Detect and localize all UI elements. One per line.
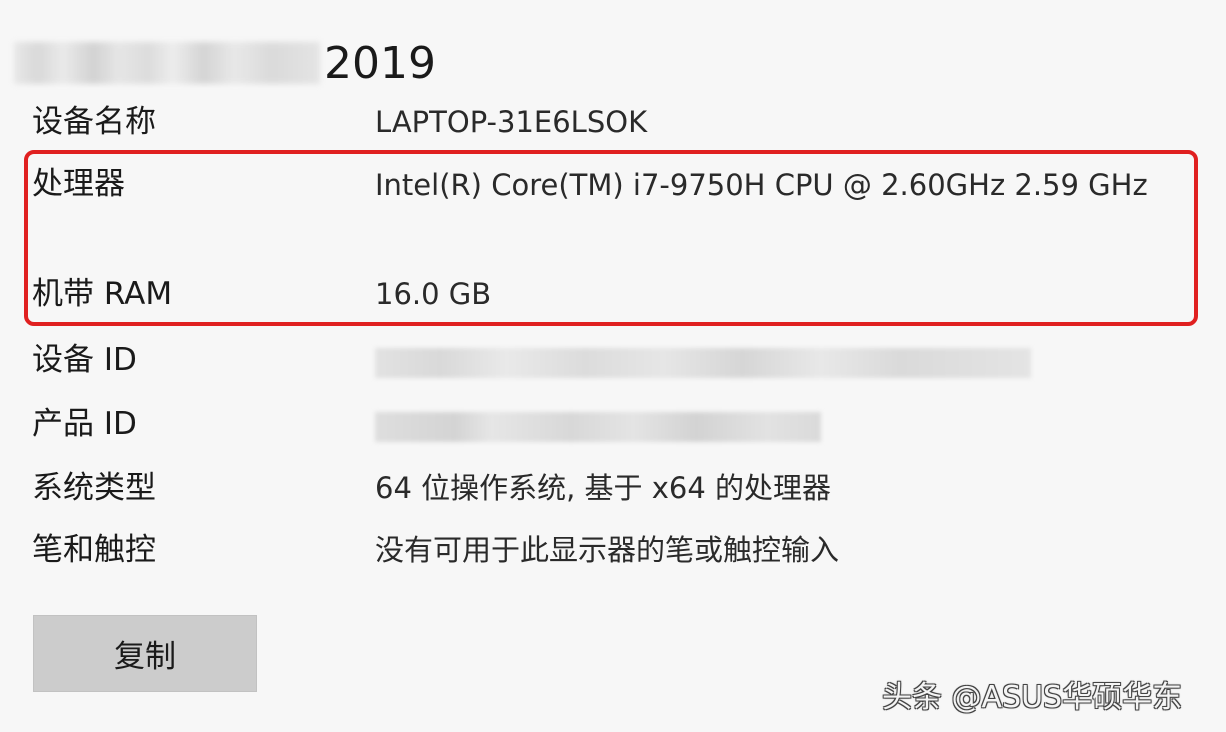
- system-type-label: 系统类型: [32, 470, 156, 506]
- title-year: 2019: [324, 38, 436, 89]
- page-title: 2019: [14, 34, 474, 94]
- device-name-value: LAPTOP-31E6LSOK: [375, 105, 648, 139]
- redacted-device-id: [375, 348, 1031, 378]
- highlight-box: [24, 150, 1198, 326]
- device-name-label: 设备名称: [32, 104, 156, 140]
- redacted-title-text: [14, 42, 320, 84]
- pen-touch-label: 笔和触控: [32, 532, 156, 568]
- pen-touch-value: 没有可用于此显示器的笔或触控输入: [375, 533, 840, 567]
- spec-row-system-type: 系统类型 64 位操作系统, 基于 x64 的处理器: [32, 466, 1192, 514]
- spec-row-pen-touch: 笔和触控 没有可用于此显示器的笔或触控输入: [32, 528, 1192, 576]
- redacted-product-id: [375, 412, 821, 442]
- product-id-label: 产品 ID: [32, 406, 137, 442]
- spec-row-device-name: 设备名称 LAPTOP-31E6LSOK: [32, 100, 1192, 148]
- copy-button[interactable]: 复制: [33, 615, 257, 692]
- watermark: 头条 @ASUS华硕华东: [882, 680, 1183, 715]
- device-id-label: 设备 ID: [32, 342, 137, 378]
- spec-row-device-id: 设备 ID: [32, 338, 1192, 386]
- spec-row-product-id: 产品 ID: [32, 402, 1192, 450]
- system-type-value: 64 位操作系统, 基于 x64 的处理器: [375, 471, 832, 505]
